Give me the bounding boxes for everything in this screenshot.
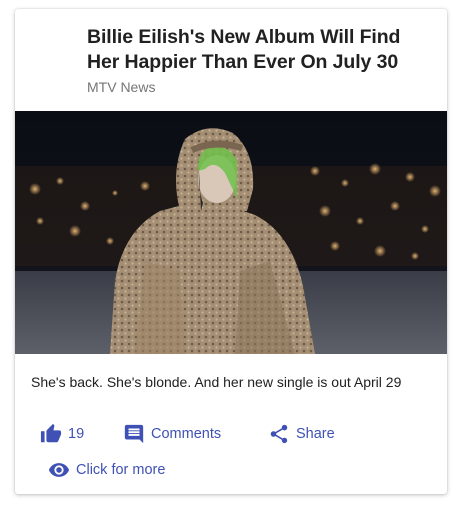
click-for-more-button[interactable]: Click for more xyxy=(48,459,165,481)
comment-icon xyxy=(123,423,145,445)
like-button[interactable]: 19 xyxy=(40,423,84,445)
share-button[interactable]: Share xyxy=(268,423,335,445)
eye-icon xyxy=(48,459,70,481)
article-image[interactable] xyxy=(15,111,447,354)
share-icon xyxy=(268,423,290,445)
news-card: Billie Eilish's New Album Will Find Her … xyxy=(15,9,447,494)
comments-button[interactable]: Comments xyxy=(123,423,221,445)
thumbs-up-icon xyxy=(40,423,62,445)
article-source: MTV News xyxy=(87,79,156,95)
click-for-more-label: Click for more xyxy=(76,462,166,478)
comments-label: Comments xyxy=(151,426,222,442)
article-description: She's back. She's blonde. And her new si… xyxy=(31,374,402,390)
card-header: Billie Eilish's New Album Will Find Her … xyxy=(87,25,427,96)
like-count: 19 xyxy=(68,426,85,442)
share-label: Share xyxy=(296,426,335,442)
article-title[interactable]: Billie Eilish's New Album Will Find Her … xyxy=(87,25,427,75)
